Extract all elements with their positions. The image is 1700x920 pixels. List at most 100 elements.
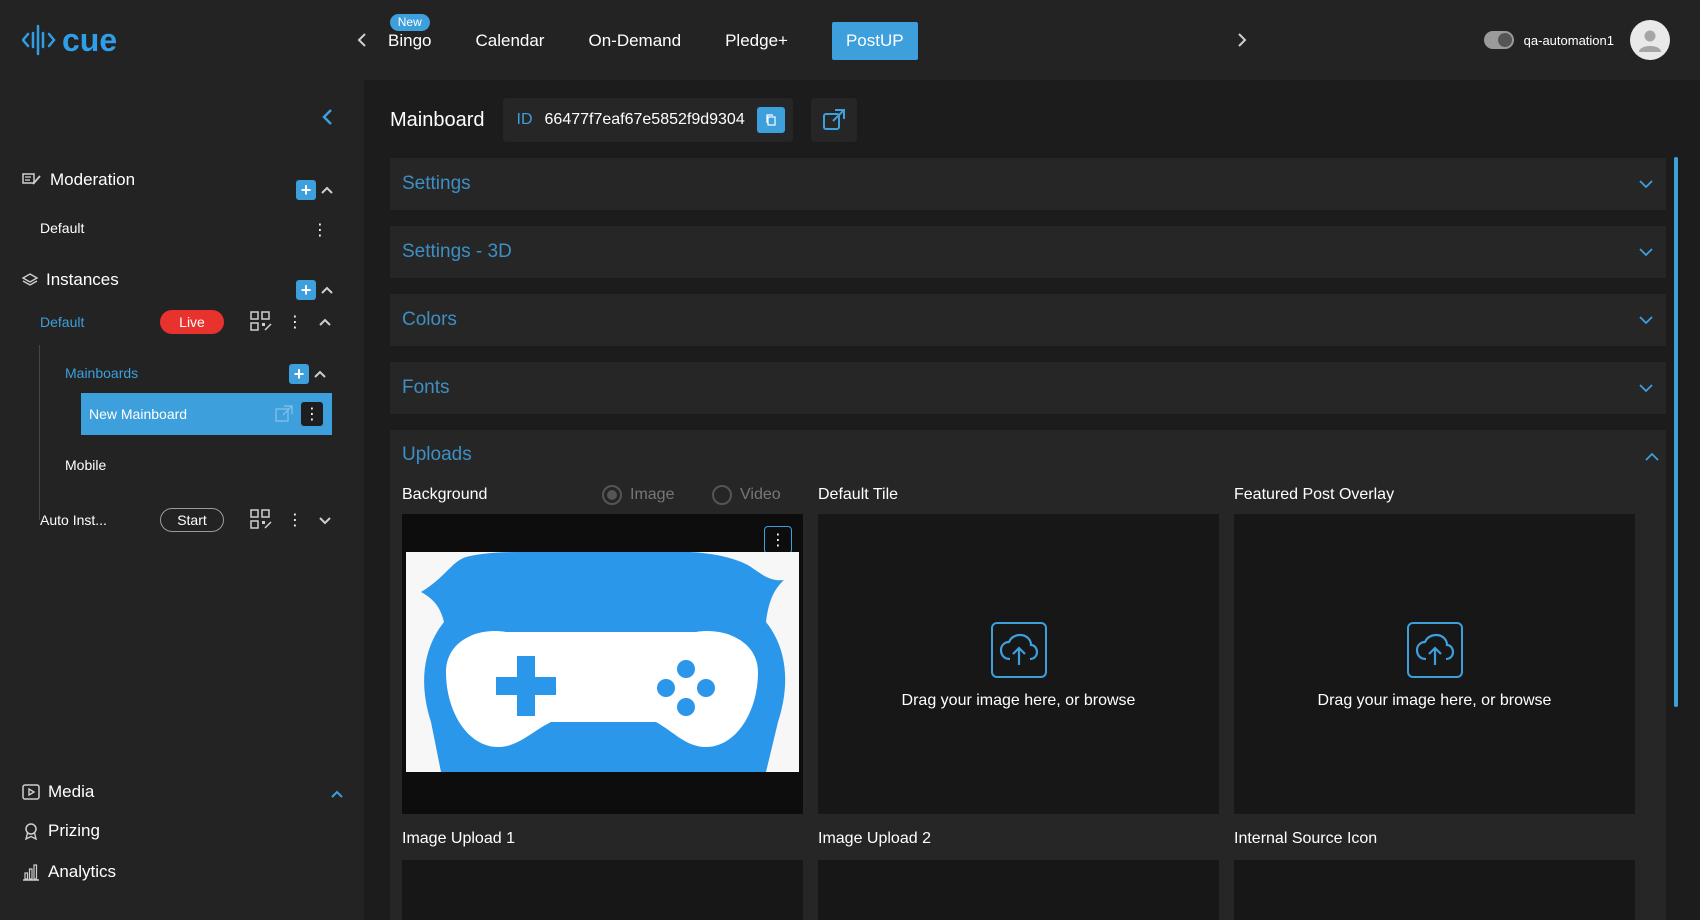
page-title: Mainboard xyxy=(390,108,485,131)
add-moderation-button[interactable]: + xyxy=(296,180,316,200)
chevron-down-icon xyxy=(1639,384,1653,393)
id-display: ID 66477f7eaf67e5852f9d9304 xyxy=(502,98,793,142)
accordion-fonts[interactable]: Fonts xyxy=(390,362,1666,414)
open-external-icon xyxy=(822,109,845,130)
open-external-icon[interactable] xyxy=(275,405,293,423)
accordion-label[interactable]: Uploads xyxy=(402,444,472,466)
add-instance-button[interactable]: + xyxy=(296,280,316,300)
sidebar-item-prizing[interactable]: Prizing xyxy=(22,821,100,841)
sidebar-item-media[interactable]: Media xyxy=(22,782,94,802)
chevron-up-icon[interactable] xyxy=(313,367,327,381)
image-upload-1-label: Image Upload 1 xyxy=(402,830,515,847)
tree-connector xyxy=(39,345,40,520)
kebab-menu-icon[interactable]: ⋮ xyxy=(301,402,323,426)
kebab-menu-icon[interactable]: ⋮ xyxy=(309,218,331,242)
chevron-down-icon xyxy=(1639,180,1653,189)
accordion-label: Settings - 3D xyxy=(402,241,512,262)
theme-toggle[interactable] xyxy=(1483,31,1514,49)
qr-code-icon[interactable] xyxy=(250,509,272,531)
accordion-colors[interactable]: Colors xyxy=(390,294,1666,346)
sidebar-item-new-mainboard[interactable]: New Mainboard ⋮ xyxy=(81,393,332,435)
dropzone-content: Drag your image here, or browse xyxy=(1234,622,1635,710)
radio-label: Video xyxy=(740,486,781,503)
chevron-up-icon[interactable] xyxy=(330,787,344,801)
nav-next-button[interactable] xyxy=(1230,28,1254,52)
dropzone-text: Drag your image here, or browse xyxy=(1317,692,1552,709)
copy-id-button[interactable] xyxy=(756,107,785,133)
kebab-menu-icon[interactable]: ⋮ xyxy=(284,310,306,334)
tab-calendar[interactable]: Calendar xyxy=(475,22,544,60)
collapse-sidebar-button[interactable] xyxy=(320,108,334,131)
main-content: Mainboard ID 66477f7eaf67e5852f9d9304 Se… xyxy=(364,80,1700,920)
sidebar-item-auto-instance[interactable]: Auto Inst... xyxy=(40,512,107,528)
media-toggle xyxy=(330,787,344,801)
start-button[interactable]: Start xyxy=(160,508,224,532)
moderation-actions: + xyxy=(296,180,334,200)
internal-source-icon-dropzone[interactable] xyxy=(1234,860,1635,920)
image-upload-2-dropzone[interactable] xyxy=(818,860,1219,920)
sidebar-item-mobile[interactable]: Mobile xyxy=(65,457,106,473)
sidebar-item-moderation-default[interactable]: Default xyxy=(40,220,84,236)
layers-icon xyxy=(22,273,38,286)
moderation-icon xyxy=(22,173,41,185)
moderation-default-menu: ⋮ xyxy=(309,218,331,242)
nav-prev-button[interactable] xyxy=(350,28,374,52)
sidebar: Moderation + Default ⋮ Instances + Defau… xyxy=(0,80,364,920)
add-mainboard-button[interactable]: + xyxy=(289,364,309,384)
kebab-menu-icon[interactable]: ⋮ xyxy=(284,508,306,532)
media-icon xyxy=(22,784,40,800)
tab-on-demand[interactable]: On-Demand xyxy=(588,22,681,60)
new-badge: New xyxy=(389,14,430,31)
sidebar-item-mainboards[interactable]: Mainboards xyxy=(65,365,138,381)
username: qa-automation1 xyxy=(1523,32,1614,48)
tab-pledge-plus[interactable]: Pledge+ xyxy=(725,22,788,60)
cloud-upload-icon xyxy=(999,633,1038,665)
instance-default-actions: ⋮ xyxy=(250,310,332,334)
sidebar-item-instance-default[interactable]: Default xyxy=(40,314,84,330)
tab-postup[interactable]: PostUP xyxy=(831,22,918,60)
sidebar-item-analytics[interactable]: Analytics xyxy=(22,862,116,882)
radio-image[interactable]: Image xyxy=(602,485,674,505)
chevron-down-icon[interactable] xyxy=(318,513,332,527)
mainboard-header: Mainboard ID 66477f7eaf67e5852f9d9304 xyxy=(390,98,857,142)
radio-circle[interactable] xyxy=(602,485,622,505)
live-status-badge: Live xyxy=(160,310,224,334)
upload-button[interactable] xyxy=(1406,622,1463,678)
default-tile-dropzone[interactable]: Drag your image here, or browse xyxy=(818,514,1219,814)
image-upload-2-label: Image Upload 2 xyxy=(818,830,931,847)
sidebar-section-instances[interactable]: Instances xyxy=(22,270,119,290)
dropzone-text: Drag your image here, or browse xyxy=(901,692,1136,709)
chevron-up-icon[interactable] xyxy=(320,183,334,197)
chevron-up-icon[interactable] xyxy=(320,283,334,297)
status-text: Live xyxy=(179,314,205,330)
kebab-menu-icon[interactable]: ⋮ xyxy=(764,526,792,554)
accordion-settings-3d[interactable]: Settings - 3D xyxy=(390,226,1666,278)
item-label: Default xyxy=(40,220,85,236)
logo-text: cue xyxy=(62,21,118,58)
qr-code-icon[interactable] xyxy=(250,311,272,333)
upload-button[interactable] xyxy=(990,622,1047,678)
item-label: Mobile xyxy=(65,457,107,473)
mainboards-actions: + xyxy=(289,364,327,384)
chevron-down-icon xyxy=(1639,316,1653,325)
image-upload-1-dropzone[interactable] xyxy=(402,860,803,920)
cue-logo[interactable]: cue xyxy=(22,20,117,60)
tab-bingo[interactable]: New Bingo xyxy=(388,14,431,60)
chevron-right-icon xyxy=(1238,33,1247,47)
bar-chart-icon xyxy=(23,864,39,881)
scrollbar[interactable] xyxy=(1674,157,1678,707)
open-preview-button[interactable] xyxy=(810,98,857,142)
background-upload[interactable]: ⋮ xyxy=(402,514,803,814)
radio-circle[interactable] xyxy=(712,485,732,505)
accordion-settings[interactable]: Settings xyxy=(390,158,1666,210)
soundwave-logo-icon xyxy=(22,24,56,56)
featured-overlay-dropzone[interactable]: Drag your image here, or browse xyxy=(1234,514,1635,814)
award-icon xyxy=(25,823,37,840)
sidebar-section-moderation[interactable]: Moderation xyxy=(22,170,135,190)
avatar[interactable] xyxy=(1630,20,1670,60)
item-label: Media xyxy=(48,782,95,801)
chevron-up-icon[interactable] xyxy=(318,315,332,329)
radio-video[interactable]: Video xyxy=(712,485,781,505)
chevron-up-icon[interactable] xyxy=(1644,452,1660,462)
id-value: 66477f7eaf67e5852f9d9304 xyxy=(544,111,745,128)
